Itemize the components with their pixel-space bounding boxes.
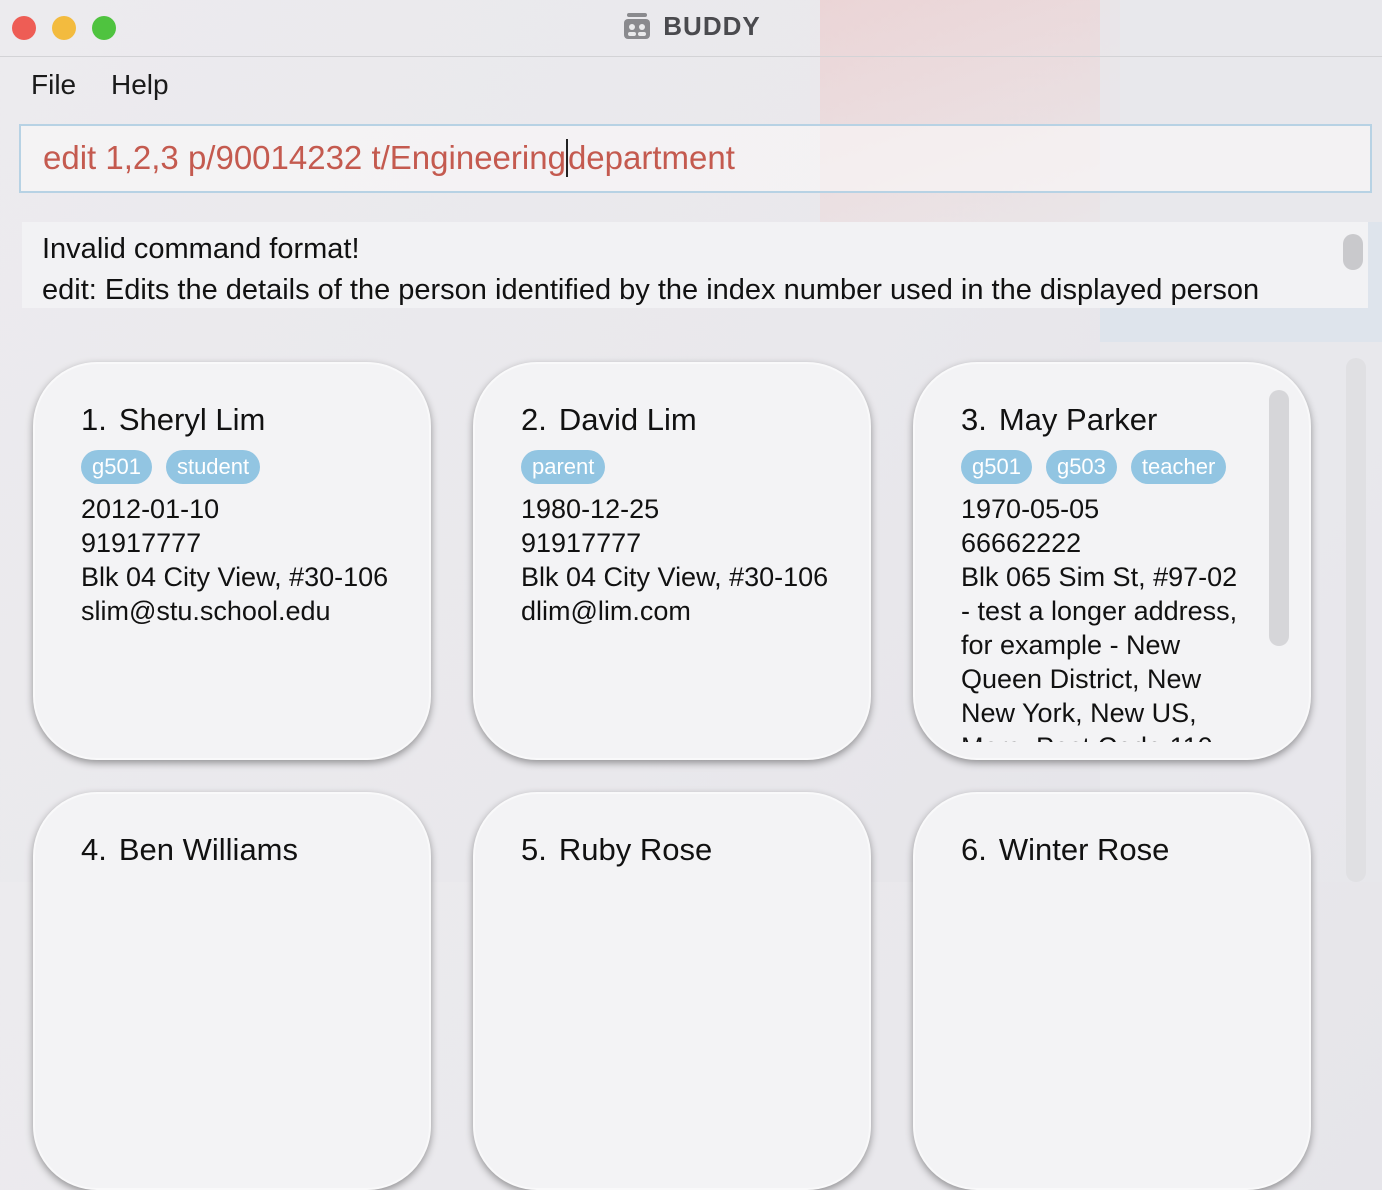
person-card-content: 3. May Parker g501 g503 teacher 1970-05-0… [915,364,1309,742]
person-card[interactable]: 2. David Lim parent 1980-12-25 91917777 B… [473,362,871,760]
person-list-scrollbar[interactable] [1346,358,1366,882]
person-name-text: May Parker [998,402,1158,437]
person-phone: 91917777 [521,528,642,558]
menu-file[interactable]: File [31,69,76,101]
tag: g503 [1045,450,1117,484]
card-scrollbar[interactable] [1269,390,1289,646]
menu-help[interactable]: Help [111,69,169,101]
person-email: slim@stu.school.edu [81,596,331,626]
person-index: 3. [961,402,987,437]
person-card[interactable]: 4. Ben Williams [33,792,431,1190]
tag: g501 [961,450,1032,484]
person-name-text: Ben Williams [118,832,299,867]
person-address: Blk 065 Sim St, #97-02 - test a longer a… [961,562,1238,742]
person-card[interactable]: 5. Ruby Rose [473,792,871,1190]
person-card[interactable]: 1. Sheryl Lim g501 student 2012-01-10 919… [33,362,431,760]
person-index: 6. [961,832,987,867]
person-details: 1970-05-05 66662222 Blk 065 Sim St, #97-… [961,492,1251,742]
person-name: 3. May Parker [961,402,1157,438]
tag-list: parent [521,450,606,484]
person-phone: 91917777 [81,528,202,558]
tag: parent [521,450,606,484]
person-phone: 66662222 [961,528,1082,558]
person-address: Blk 04 City View, #30-106 [81,562,389,592]
person-name-text: Sheryl Lim [118,402,266,437]
person-birthday: 2012-01-10 [81,494,220,524]
window-title: BUDDY [0,10,1382,42]
person-birthday: 1970-05-05 [961,494,1100,524]
command-text-before-caret: edit 1,2,3 p/90014232 t/Engineering [43,139,566,176]
person-index: 4. [81,832,107,867]
person-address: Blk 04 City View, #30-106 [521,562,829,592]
command-text: edit 1,2,3 p/90014232 t/Engineeringdepar… [43,139,735,177]
tag: teacher [1130,450,1227,484]
person-email: dlim@lim.com [521,596,691,626]
app-title: BUDDY [663,10,761,41]
person-card[interactable]: 3. May Parker g501 g503 teacher 1970-05-0… [913,362,1311,760]
tag-list: g501 student [81,450,261,484]
person-name: 4. Ben Williams [81,832,298,868]
person-name-text: David Lim [558,402,697,437]
person-card[interactable]: 6. Winter Rose [913,792,1311,1190]
person-name: 2. David Lim [521,402,697,438]
result-scrollbar[interactable] [1343,234,1363,270]
person-details: 2012-01-10 91917777 Blk 04 City View, #3… [81,492,389,628]
person-name-text: Ruby Rose [558,832,713,867]
buddy-app-icon [624,13,651,39]
menu-bar: File Help [0,57,1382,113]
person-birthday: 1980-12-25 [521,494,660,524]
result-message-line: Invalid command format! [42,233,360,265]
tag-list: g501 g503 teacher [961,450,1227,484]
result-display: Invalid command format! edit: Edits the … [22,222,1368,308]
person-index: 2. [521,402,547,437]
tag: student [165,450,261,484]
person-name-text: Winter Rose [998,832,1170,867]
person-name: 5. Ruby Rose [521,832,712,868]
tag: g501 [81,450,152,484]
person-name: 1. Sheryl Lim [81,402,265,438]
person-name: 6. Winter Rose [961,832,1169,868]
person-details: 1980-12-25 91917777 Blk 04 City View, #3… [521,492,829,628]
command-input[interactable]: edit 1,2,3 p/90014232 t/Engineeringdepar… [19,124,1372,193]
result-message-line: edit: Edits the details of the person id… [42,274,1260,306]
command-text-after-caret: department [567,139,735,176]
person-index: 5. [521,832,547,867]
title-bar: BUDDY [0,0,1382,57]
person-index: 1. [81,402,107,437]
